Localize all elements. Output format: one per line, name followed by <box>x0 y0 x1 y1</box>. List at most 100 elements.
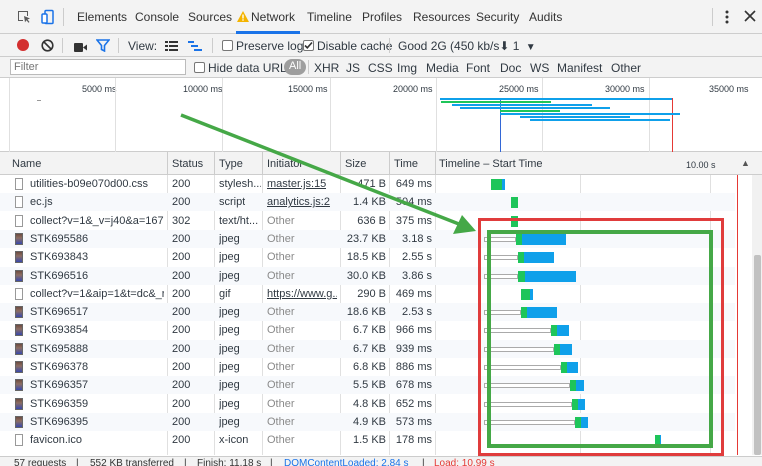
tab-timeline[interactable]: Timeline <box>307 10 352 24</box>
request-status: 200 <box>172 196 191 209</box>
column-header-initiator[interactable]: Initiator <box>267 158 303 170</box>
filter-type-doc[interactable]: Doc <box>500 61 521 75</box>
tab-network[interactable]: Network <box>251 10 295 24</box>
throttle-value: Good 2G (450 kb/s⬇ 1 <box>398 39 520 53</box>
tab-security[interactable]: Security <box>476 10 519 24</box>
document-file-icon <box>15 434 23 447</box>
clear-icon[interactable] <box>41 39 54 55</box>
overview-bar <box>441 101 551 103</box>
filter-type-img[interactable]: Img <box>397 61 417 75</box>
filter-all-button[interactable]: All <box>284 59 307 75</box>
request-type: jpeg <box>219 306 240 319</box>
request-size: 5.5 KB <box>352 379 386 392</box>
tab-profiles[interactable]: Profiles <box>362 10 402 24</box>
request-status: 200 <box>172 269 191 282</box>
request-size: 6.7 KB <box>352 324 386 337</box>
column-header-status[interactable]: Status <box>172 158 203 170</box>
document-file-icon <box>15 196 23 209</box>
overview-tick-label: 15000 ms <box>288 84 328 94</box>
disable-cache-label: Disable cache <box>317 39 393 53</box>
overview-tick-label: 5000 ms <box>82 84 117 94</box>
close-icon[interactable] <box>744 10 756 25</box>
overview-dash <box>37 100 41 101</box>
large-rows-icon[interactable] <box>165 40 178 54</box>
request-time: 2.53 s <box>402 306 432 319</box>
preserve-log-box[interactable] <box>222 40 233 51</box>
filter-type-media[interactable]: Media <box>426 61 459 75</box>
filter-type-xhr[interactable]: XHR <box>314 61 339 75</box>
request-initiator: Other <box>267 415 295 428</box>
record-icon[interactable] <box>17 39 29 51</box>
more-options-icon[interactable] <box>724 9 730 28</box>
preserve-log-checkbox[interactable]: Preserve log <box>222 39 303 53</box>
column-header-timeline[interactable]: Timeline – Start Time <box>439 158 543 170</box>
hide-data-urls-checkbox[interactable]: Hide data URLs <box>194 61 293 75</box>
column-header-size[interactable]: Size <box>345 158 366 170</box>
table-row[interactable]: utilities-b09e070d00.css 200 stylesh... mas… <box>0 175 735 193</box>
request-name: STK696516 <box>30 269 89 282</box>
filter-input[interactable] <box>10 59 186 75</box>
request-status: 200 <box>172 361 191 373</box>
request-status: 200 <box>172 324 191 337</box>
request-time: 3.86 s <box>402 269 432 282</box>
filter-type-css[interactable]: CSS <box>368 61 393 75</box>
video-capture-icon[interactable] <box>74 41 87 55</box>
request-initiator: Other <box>267 397 295 410</box>
overview-tick-label: 20000 ms <box>393 84 433 94</box>
filter-type-js[interactable]: JS <box>346 61 360 75</box>
overview-bar <box>460 107 610 109</box>
request-size: 18.6 KB <box>346 306 386 319</box>
request-initiator: Other <box>267 379 295 392</box>
request-name: STK696378 <box>30 361 89 373</box>
request-initiator: Other <box>267 306 295 319</box>
sort-ascending-icon[interactable]: ▲ <box>741 158 750 168</box>
devtools-tabbar: Elements Console Sources Network Timelin… <box>0 0 762 34</box>
filter-type-other[interactable]: Other <box>611 61 641 75</box>
disable-cache-box[interactable] <box>303 40 314 51</box>
requests-count: 57 requests <box>14 458 67 466</box>
request-initiator: Other <box>267 269 295 282</box>
hide-data-urls-box[interactable] <box>194 62 205 73</box>
filter-icon[interactable] <box>95 39 111 55</box>
request-name: favicon.ico <box>30 434 82 447</box>
request-status: 302 <box>172 214 191 227</box>
request-size: 23.7 KB <box>346 232 386 245</box>
tab-elements[interactable]: Elements <box>77 10 127 24</box>
overview-tick <box>222 78 223 152</box>
filter-type-font[interactable]: Font <box>466 61 490 75</box>
filter-type-ws[interactable]: WS <box>530 61 549 75</box>
request-initiator: Other <box>267 251 295 264</box>
waterfall-ttfb-bar <box>491 179 502 190</box>
tab-audits[interactable]: Audits <box>529 10 562 24</box>
warning-icon <box>237 11 249 25</box>
device-toolbar-icon[interactable] <box>40 9 56 25</box>
request-type: jpeg <box>219 232 240 245</box>
overview-tick <box>542 78 543 152</box>
waterfall-view-icon[interactable] <box>188 40 202 54</box>
column-header-time[interactable]: Time <box>394 158 418 170</box>
request-initiator: Other <box>267 342 295 355</box>
request-time: 469 ms <box>395 287 432 300</box>
request-initiator[interactable]: analytics.js:2 <box>267 196 330 208</box>
overview-bar <box>500 113 680 115</box>
filter-type-manifest[interactable]: Manifest <box>557 61 602 75</box>
scrollbar-thumb[interactable] <box>754 255 761 455</box>
request-time: 3.18 s <box>402 232 432 245</box>
request-initiator[interactable]: master.js:15 <box>267 178 326 190</box>
request-size: 30.0 KB <box>346 269 386 282</box>
request-initiator[interactable]: https://www.g... <box>267 288 337 300</box>
image-file-icon <box>15 232 23 245</box>
table-row[interactable]: ec.js 200 script analytics.js:2 1.4 KB 504 ms <box>0 193 735 212</box>
overview-timeline[interactable]: 5000 ms 10000 ms 15000 ms 20000 ms 25000… <box>0 78 762 152</box>
request-status: 200 <box>172 306 191 319</box>
request-name: STK695586 <box>30 232 89 245</box>
disable-cache-checkbox[interactable]: Disable cache <box>303 39 392 53</box>
tab-console[interactable]: Console <box>135 10 179 24</box>
throttle-select[interactable]: Good 2G (450 kb/s⬇ 1 ▼ <box>398 39 536 53</box>
inspect-element-icon[interactable] <box>16 9 32 25</box>
tab-resources[interactable]: Resources <box>413 10 470 24</box>
tab-sources[interactable]: Sources <box>188 10 232 24</box>
overview-bar <box>520 116 630 118</box>
column-header-name[interactable]: Name <box>12 158 41 170</box>
column-header-type[interactable]: Type <box>219 158 243 170</box>
